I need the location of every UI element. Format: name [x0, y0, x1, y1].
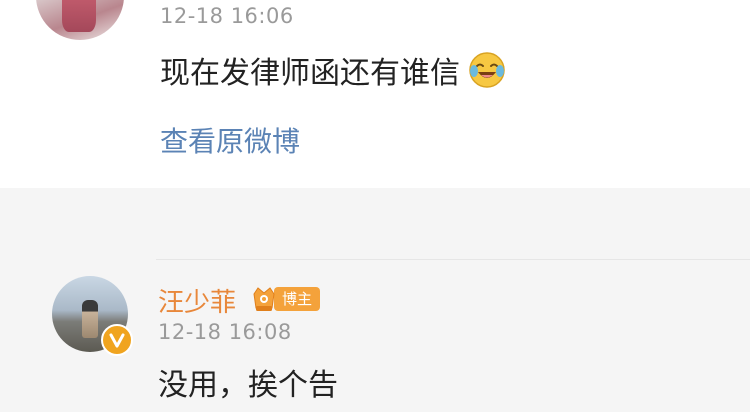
- blogger-badge: 博主: [250, 284, 321, 314]
- view-original-link[interactable]: 查看原微博: [160, 120, 300, 160]
- comment-text: 没用，挨个告: [158, 368, 338, 403]
- comment-top: [0, 0, 750, 188]
- badge-label: 博主: [274, 287, 321, 311]
- laughing-crying-emoji-icon: [468, 51, 506, 89]
- comment-timestamp: 12-18 16:06: [160, 4, 294, 28]
- crown-icon: [250, 284, 278, 314]
- comment-timestamp: 12-18 16:08: [158, 320, 292, 344]
- avatar-figure: [82, 300, 98, 338]
- comment-text-row: 现在发律师函还有谁信: [160, 48, 506, 92]
- comment-text: 现在发律师函还有谁信: [160, 56, 460, 91]
- verified-icon: [101, 324, 133, 356]
- section-gap: [0, 188, 750, 260]
- username-link[interactable]: 汪少菲: [158, 282, 236, 319]
- avatar-figure: [62, 0, 96, 32]
- divider: [156, 259, 750, 260]
